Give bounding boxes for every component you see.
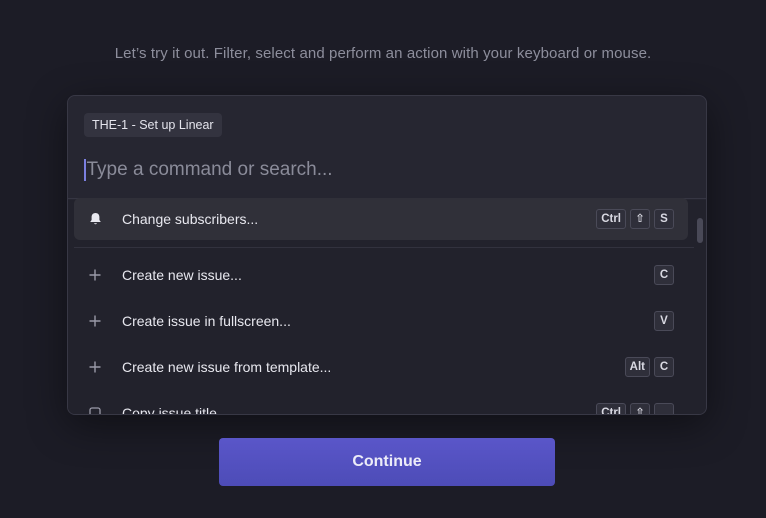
square-icon bbox=[88, 406, 102, 414]
key-alt: Alt bbox=[624, 357, 650, 377]
search-field[interactable] bbox=[84, 154, 684, 186]
key-shift: ⇧ bbox=[630, 209, 650, 229]
keyboard-shortcut: Alt C bbox=[624, 357, 674, 377]
bell-icon bbox=[88, 212, 102, 226]
page: Let’s try it out. Filter, select and per… bbox=[0, 0, 766, 518]
command-label: Copy issue title... bbox=[122, 405, 229, 415]
key-ctrl: Ctrl bbox=[596, 209, 626, 229]
group-separator bbox=[74, 247, 694, 248]
key-s: S bbox=[654, 209, 674, 229]
command-label: Change subscribers... bbox=[122, 211, 259, 227]
command-item-change-subscribers[interactable]: Change subscribers... Ctrl ⇧ S bbox=[74, 198, 688, 240]
scrollbar-thumb[interactable] bbox=[697, 218, 703, 243]
command-item-create-new-issue[interactable]: Create new issue... C bbox=[74, 254, 688, 296]
intro-text: Let’s try it out. Filter, select and per… bbox=[114, 45, 652, 62]
key-c: C bbox=[654, 357, 674, 377]
command-label: Create new issue from template... bbox=[122, 359, 332, 375]
keyboard-shortcut: V bbox=[654, 311, 674, 331]
keyboard-shortcut: Ctrl ⇧ . bbox=[596, 403, 674, 414]
key-period: . bbox=[654, 403, 674, 414]
key-ctrl: Ctrl bbox=[596, 403, 626, 414]
command-label: Create issue in fullscreen... bbox=[122, 313, 291, 329]
plus-icon bbox=[88, 360, 102, 374]
text-caret bbox=[84, 159, 86, 181]
command-label: Create new issue... bbox=[122, 267, 242, 283]
key-v: V bbox=[654, 311, 674, 331]
plus-icon bbox=[88, 268, 102, 282]
command-item-create-from-template[interactable]: Create new issue from template... Alt C bbox=[74, 346, 688, 388]
key-c: C bbox=[654, 265, 674, 285]
key-shift: ⇧ bbox=[630, 403, 650, 414]
command-item-create-issue-fullscreen[interactable]: Create issue in fullscreen... V bbox=[74, 300, 688, 342]
keyboard-shortcut: Ctrl ⇧ S bbox=[596, 209, 674, 229]
context-chip[interactable]: THE-1 - Set up Linear bbox=[84, 113, 222, 137]
keyboard-shortcut: C bbox=[654, 265, 674, 285]
plus-icon bbox=[88, 314, 102, 328]
command-palette: THE-1 - Set up Linear Change subscribers… bbox=[67, 95, 707, 415]
continue-button[interactable]: Continue bbox=[219, 438, 555, 486]
command-search-input[interactable] bbox=[86, 154, 684, 186]
command-list: Change subscribers... Ctrl ⇧ S Create ne… bbox=[68, 198, 706, 415]
command-item-copy-issue-title[interactable]: Copy issue title... Ctrl ⇧ . bbox=[74, 392, 688, 415]
